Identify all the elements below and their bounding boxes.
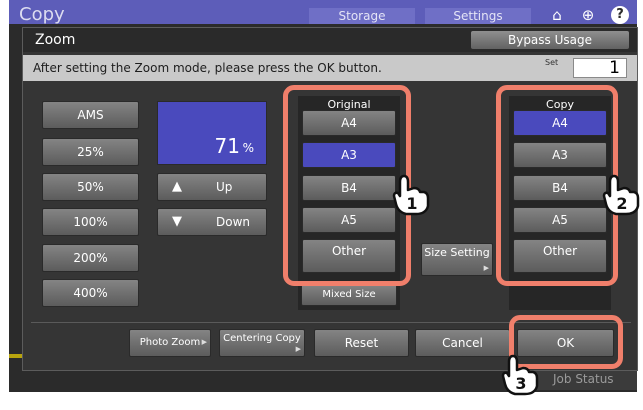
app-title: Copy: [19, 4, 65, 25]
zoom-200-button[interactable]: 200%: [42, 244, 139, 272]
set-count-field[interactable]: 1: [573, 58, 627, 78]
reset-button[interactable]: Reset: [314, 329, 409, 357]
top-bar: Copy Storage Settings ⌂ ⊕ ?: [9, 0, 637, 25]
zoom-dialog: Zoom Bypass Usage After setting the Zoom…: [22, 27, 638, 371]
zoom-400-button[interactable]: 400%: [42, 279, 139, 307]
zoom-down-label: Down: [216, 215, 251, 229]
copy-b4-button[interactable]: B4: [513, 175, 607, 201]
pointing-hand-icon: 3: [501, 354, 539, 396]
copy-a3-button[interactable]: A3: [513, 142, 607, 168]
zoom-up-label: Up: [216, 180, 233, 194]
message-bar: After setting the Zoom mode, please pres…: [23, 55, 637, 81]
copy-a5-button[interactable]: A5: [513, 207, 607, 233]
original-other-button[interactable]: Other: [302, 239, 396, 273]
zoom-50-button[interactable]: 50%: [42, 173, 139, 201]
zoom-ratio-display: 71 %: [157, 101, 267, 165]
instruction-message: After setting the Zoom mode, please pres…: [33, 61, 382, 75]
globe-icon[interactable]: ⊕: [578, 6, 598, 24]
help-icon[interactable]: ?: [611, 6, 629, 24]
zoom-up-button[interactable]: ▲ Up: [157, 173, 267, 201]
bypass-usage-label: Bypass Usage: [507, 33, 592, 47]
copy-size-panel: Copy A4 A3 B4 A5 Other: [509, 96, 611, 310]
callout-number-1: 1: [406, 194, 417, 213]
submenu-arrow-icon: ▶: [483, 264, 489, 272]
up-triangle-icon: ▲: [172, 179, 182, 194]
original-b4-button[interactable]: B4: [302, 175, 396, 201]
down-triangle-icon: ▼: [172, 214, 182, 229]
pointing-hand-icon: 2: [602, 174, 640, 216]
dialog-title: Zoom: [35, 32, 76, 48]
job-status-button[interactable]: Job Status: [529, 368, 637, 390]
storage-tab[interactable]: Storage: [309, 8, 415, 24]
photo-zoom-button[interactable]: Photo Zoom ▶: [129, 329, 211, 357]
zoom-ratio-value: 71: [214, 134, 240, 158]
submenu-arrow-icon: ▶: [201, 338, 207, 346]
bottom-divider: [31, 322, 631, 323]
settings-tab[interactable]: Settings: [425, 8, 531, 24]
dialog-title-bar: Zoom Bypass Usage: [23, 28, 637, 52]
set-count-label: Set: [545, 58, 559, 67]
size-setting-label: Size Setting: [424, 246, 490, 259]
zoom-ratio-unit: %: [242, 141, 254, 155]
zoom-down-button[interactable]: ▼ Down: [157, 208, 267, 236]
zoom-100-button[interactable]: 100%: [42, 208, 139, 236]
cancel-button[interactable]: Cancel: [415, 329, 510, 357]
photo-zoom-label: Photo Zoom: [139, 337, 201, 348]
home-icon[interactable]: ⌂: [547, 6, 567, 24]
zoom-ams-button[interactable]: AMS: [42, 101, 139, 129]
submenu-arrow-icon: ▶: [295, 345, 301, 353]
callout-number-3: 3: [515, 374, 526, 393]
centering-copy-label: Centering Copy: [223, 333, 301, 344]
pointing-hand-icon: 1: [392, 174, 430, 216]
callout-number-2: 2: [616, 194, 627, 213]
original-a4-button[interactable]: A4: [302, 110, 396, 136]
original-a3-button[interactable]: A3: [302, 142, 396, 168]
zoom-25-button[interactable]: 25%: [42, 138, 139, 166]
original-size-panel: Original A4 A3 B4 A5 Other: [298, 96, 400, 310]
copy-other-button[interactable]: Other: [513, 239, 607, 273]
original-a5-button[interactable]: A5: [302, 207, 396, 233]
copy-other-label: Other: [542, 244, 578, 258]
size-setting-button[interactable]: Size Setting ▶: [421, 243, 493, 276]
centering-copy-button[interactable]: Centering Copy ▶: [219, 329, 305, 357]
copy-a4-button[interactable]: A4: [513, 110, 607, 136]
mixed-size-button[interactable]: Mixed Size: [301, 284, 397, 306]
bypass-usage-button[interactable]: Bypass Usage: [471, 31, 629, 49]
original-other-label: Other: [331, 244, 367, 258]
